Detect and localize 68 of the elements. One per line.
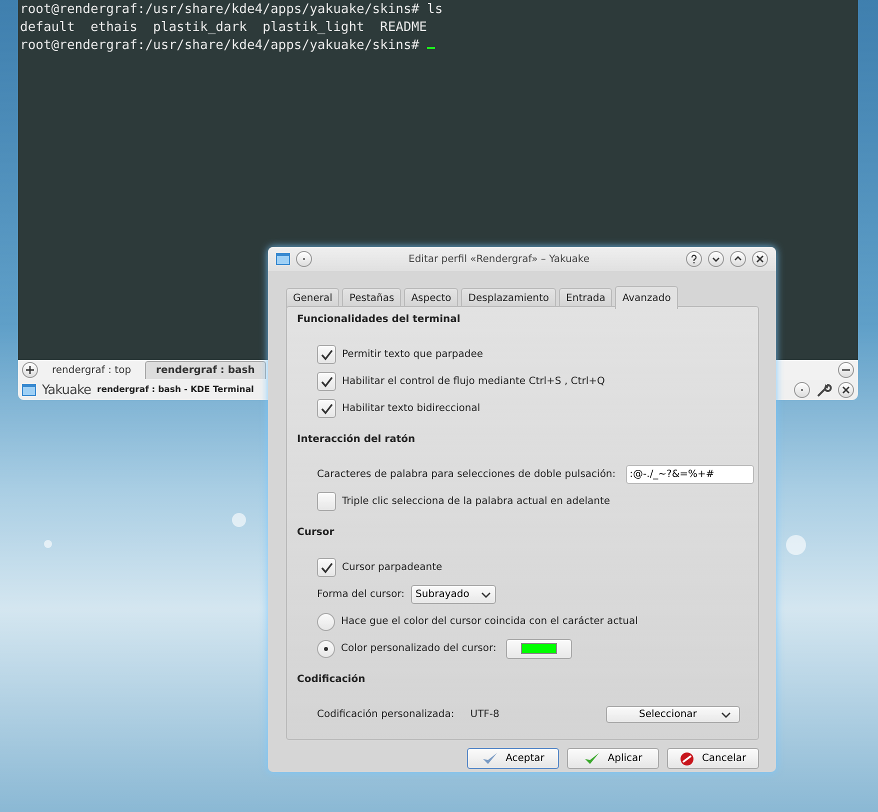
checkbox-label: Cursor parpadeante	[342, 562, 442, 573]
maximize-icon[interactable]	[730, 251, 746, 267]
cancel-icon	[680, 752, 694, 766]
close-icon[interactable]	[838, 382, 854, 398]
minimize-icon[interactable]	[708, 251, 724, 267]
accept-button[interactable]: Aceptar	[467, 748, 559, 769]
tab[interactable]: Desplazamiento	[461, 288, 556, 308]
terminal-icon	[22, 384, 36, 396]
tab[interactable]: Pestañas	[342, 288, 402, 308]
tab[interactable]: Aspecto	[404, 288, 458, 308]
window-title: rendergraf : bash - KDE Terminal	[97, 385, 254, 395]
terminal-tab[interactable]: rendergraf : top	[42, 361, 142, 379]
tab[interactable]: General	[286, 288, 340, 308]
light-spot	[44, 540, 52, 548]
checkbox-label: Habilitar texto bidireccional	[342, 403, 480, 414]
checkbox[interactable]	[317, 372, 336, 391]
check-icon	[482, 752, 498, 766]
field-label: Codificación personalizada:	[317, 709, 454, 720]
section-heading: Funcionalidades del terminal	[297, 313, 462, 327]
dot-button-icon[interactable]	[296, 251, 312, 267]
wrench-icon[interactable]	[816, 382, 832, 398]
checkbox[interactable]	[317, 558, 336, 577]
apply-button[interactable]: Aplicar	[567, 748, 659, 769]
radio-button[interactable]	[317, 640, 335, 658]
section-heading: Cursor	[297, 526, 336, 540]
terminal-icon	[276, 253, 290, 265]
section-heading: Codificación	[297, 673, 366, 687]
help-icon[interactable]	[686, 251, 702, 267]
input-field[interactable]: :@-./_~?&=%+#	[626, 465, 754, 484]
field-label: Caracteres de palabra para selecciones de doble pulsación:	[317, 469, 616, 480]
minus-icon[interactable]	[838, 362, 854, 378]
caret-icon	[481, 590, 492, 598]
add-tab-icon[interactable]	[22, 362, 38, 378]
encoding-value: UTF-8	[470, 709, 500, 720]
check-icon	[584, 752, 600, 766]
light-spot	[786, 535, 806, 555]
check-mark-icon	[320, 348, 334, 360]
checkbox[interactable]	[317, 492, 336, 511]
radio-label: Hace gue el color del cursor coincida con el carácter actual	[341, 616, 638, 627]
dropdown[interactable]: Subrayado	[410, 585, 496, 604]
app-name: Yakuake	[42, 382, 92, 398]
section-heading: Interacción del ratón	[297, 433, 416, 447]
checkbox[interactable]	[317, 399, 336, 418]
checkbox-label: Permitir texto que parpadee	[342, 349, 484, 360]
caret-icon	[721, 710, 731, 718]
field-label: Forma del cursor:	[317, 589, 405, 600]
tab[interactable]: Entrada	[559, 288, 612, 308]
cancel-button[interactable]: Cancelar	[667, 748, 759, 769]
dialog-title: Editar perfil «Rendergraf» – Yakuake	[408, 254, 590, 264]
terminal-tab[interactable]: rendergraf : bash	[145, 361, 266, 379]
close-icon[interactable]	[752, 251, 768, 267]
terminal-line: default ethais plastik_dark plastik_light README	[20, 19, 428, 37]
check-mark-icon	[320, 402, 334, 414]
radio-label: Color personalizado del cursor:	[341, 643, 496, 654]
text-cursor	[427, 47, 435, 49]
select-dropdown-button[interactable]: Seleccionar	[606, 706, 740, 723]
check-mark-icon	[320, 376, 334, 388]
radio-button[interactable]	[317, 612, 335, 630]
check-mark-icon	[320, 562, 334, 574]
terminal-line: root@rendergraf:/usr/share/kde4/apps/yakuake/skins#	[20, 37, 856, 55]
dot-button-icon[interactable]	[794, 382, 810, 398]
tab[interactable]: Avanzado	[615, 286, 678, 309]
checkbox-label: Triple clic selecciona de la palabra actual en adelante	[342, 496, 610, 507]
terminal-line: root@rendergraf:/usr/share/kde4/apps/yakuake/skins# ls	[20, 1, 444, 19]
checkbox[interactable]	[317, 345, 336, 364]
checkbox-label: Habilitar el control de flujo mediante Ctrl+S , Ctrl+Q	[342, 376, 605, 387]
light-spot	[232, 513, 246, 527]
color-picker-button[interactable]	[506, 638, 572, 658]
